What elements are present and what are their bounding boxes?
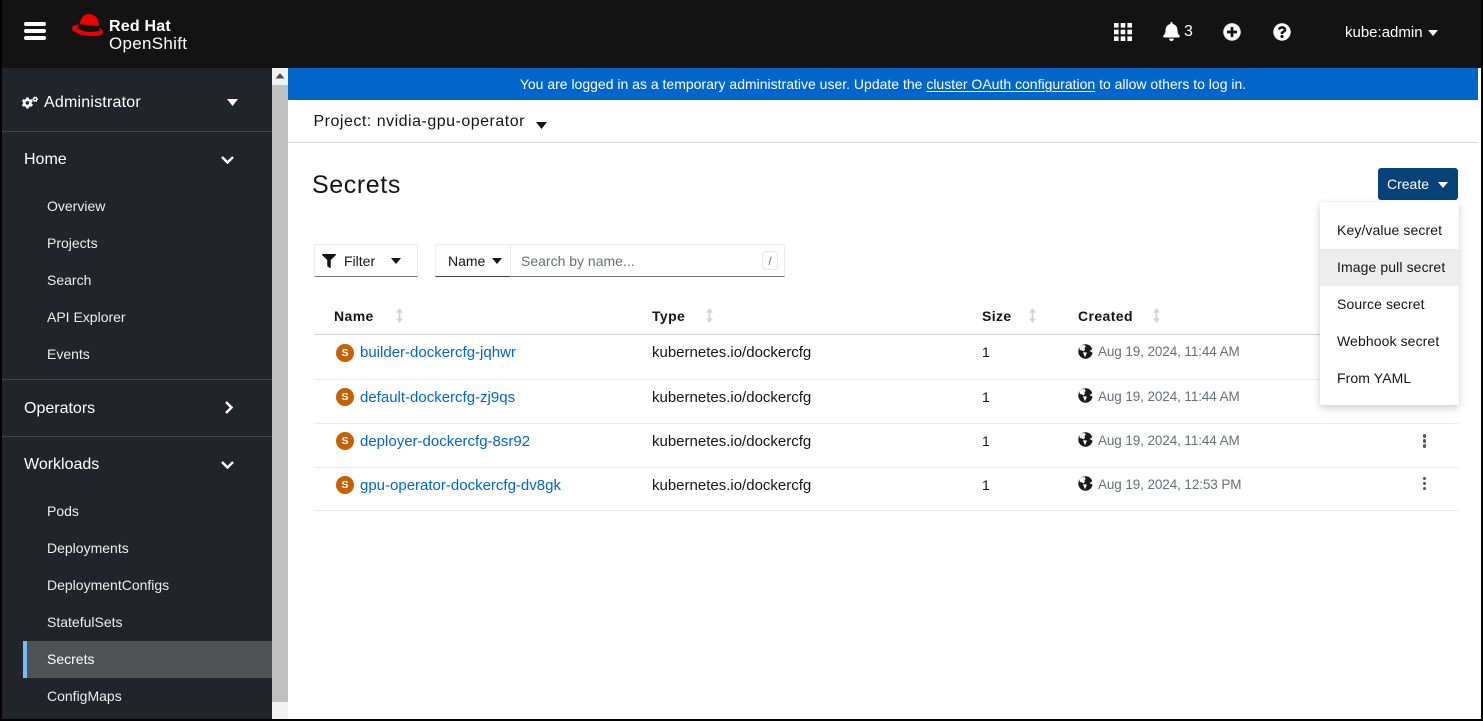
svg-text:Red Hat: Red Hat xyxy=(109,18,171,35)
svg-text:OpenShift: OpenShift xyxy=(109,34,187,53)
